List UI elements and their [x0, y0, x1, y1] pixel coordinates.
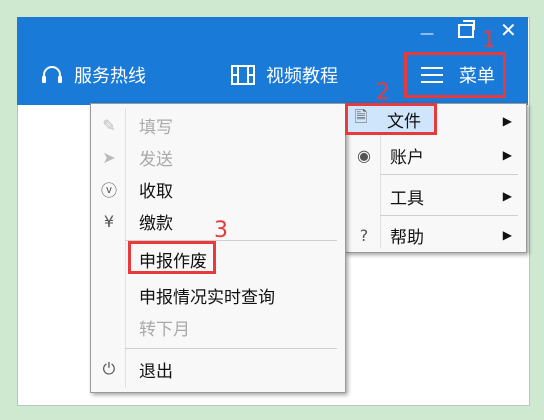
step-number-3: 3 — [214, 218, 228, 243]
submenu-item-label: 退出 — [139, 361, 173, 382]
menu-item-help[interactable]: ? 帮助 ▶ — [346, 220, 526, 250]
submenu-item-next-month[interactable]: 转下月 — [91, 312, 345, 342]
close-button[interactable]: ✕ — [500, 20, 517, 40]
headset-icon — [42, 66, 62, 83]
hotline-label: 服务热线 — [74, 66, 146, 87]
restore-button[interactable] — [458, 20, 475, 38]
user-icon: ◉ — [357, 145, 371, 165]
download-icon: ⓥ — [100, 181, 117, 200]
submenu-arrow-icon: ▶ — [502, 148, 512, 162]
menu-divider — [380, 215, 518, 216]
submenu-item-fill[interactable]: ✎ 填写 — [91, 110, 345, 140]
yen-icon: ¥ — [103, 211, 115, 231]
submenu-divider — [125, 348, 337, 349]
help-icon: ? — [359, 225, 369, 245]
submenu-item-label: 缴款 — [139, 213, 173, 234]
submenu-item-label: 发送 — [139, 149, 173, 170]
submenu-item-receive[interactable]: ⓥ 收取 — [91, 174, 345, 204]
submenu-arrow-icon: ▶ — [502, 228, 512, 242]
step-number-1: 1 — [482, 28, 496, 53]
send-icon: ➤ — [102, 147, 116, 167]
void-declaration-highlight-box — [128, 241, 216, 274]
power-icon: ⏻ — [102, 359, 116, 378]
menu-item-label: 账户 — [390, 147, 424, 168]
menu-item-account[interactable]: ◉ 账户 ▶ — [346, 140, 526, 170]
submenu-item-label: 申报情况实时查询 — [139, 287, 275, 308]
menu-label: 菜单 — [459, 66, 495, 87]
submenu-item-send[interactable]: ➤ 发送 — [91, 142, 345, 172]
step-number-2: 2 — [376, 80, 390, 105]
submenu-item-realtime-query[interactable]: 申报情况实时查询 — [91, 280, 345, 310]
menu-item-file-overlay[interactable]: 🗎 文件 — [345, 105, 437, 133]
submenu-arrow-icon: ▶ — [502, 189, 512, 203]
menu-divider — [380, 174, 518, 175]
submenu-item-label: 填写 — [139, 117, 173, 138]
video-tutorial-button[interactable]: 视频教程 — [230, 62, 338, 88]
hotline-button[interactable]: 服务热线 — [40, 62, 146, 88]
file-icon: 🗎 — [354, 106, 368, 126]
submenu-item-label: 转下月 — [139, 319, 190, 340]
minimize-button[interactable]: — — [420, 26, 434, 42]
menu-item-label: 工具 — [390, 188, 424, 209]
edit-icon: ✎ — [102, 115, 116, 135]
menu-item-label: 帮助 — [390, 227, 424, 248]
submenu-arrow-icon: ▶ — [502, 114, 512, 128]
video-label: 视频教程 — [266, 66, 338, 87]
menu-item-label: 文件 — [387, 111, 421, 132]
hamburger-icon — [421, 67, 443, 83]
menu-button[interactable]: 菜单 — [404, 52, 506, 98]
submenu-item-label: 收取 — [139, 181, 173, 202]
submenu-item-exit[interactable]: ⏻ 退出 — [91, 354, 345, 384]
film-icon — [231, 65, 255, 85]
menu-item-tools[interactable]: 工具 ▶ — [346, 181, 526, 211]
